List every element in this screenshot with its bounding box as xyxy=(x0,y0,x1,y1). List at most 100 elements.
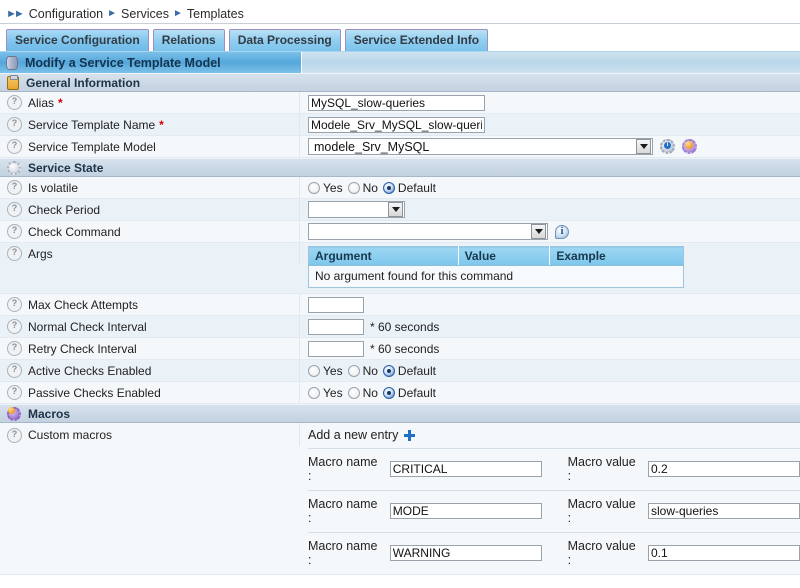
help-icon[interactable]: ? xyxy=(7,385,22,400)
macro-value-label: Macro value : xyxy=(568,455,642,483)
plus-icon[interactable] xyxy=(404,430,415,441)
tab-data-processing[interactable]: Data Processing xyxy=(229,29,341,51)
row-active-checks-enabled: ? Active Checks Enabled Yes No Default xyxy=(0,360,800,382)
row-service-template-name: ? Service Template Name * xyxy=(0,114,800,136)
section-header-general-information: General Information xyxy=(0,73,800,92)
chevron-right-icon: ► xyxy=(107,8,117,19)
macro-entry-row: Macro name : Macro value : xyxy=(308,448,800,490)
help-icon[interactable]: ? xyxy=(7,297,22,312)
tab-service-configuration[interactable]: Service Configuration xyxy=(6,29,149,51)
panel-title-bar: Modify a Service Template Model xyxy=(0,51,800,73)
macro-name-label: Macro name : xyxy=(308,455,384,483)
help-icon[interactable]: ? xyxy=(7,117,22,132)
macro-entry-row: Macro name : Macro value : xyxy=(308,490,800,532)
template-info-gear-icon[interactable] xyxy=(660,139,675,154)
tab-bar: Service Configuration Relations Data Pro… xyxy=(0,24,800,51)
template-settings-gear-icon[interactable] xyxy=(682,139,697,154)
breadcrumb-item-templates[interactable]: Templates xyxy=(187,7,244,21)
macro-name-input[interactable] xyxy=(390,545,542,561)
label-service-template-model: Service Template Model xyxy=(28,140,156,154)
radio-button-selected[interactable] xyxy=(383,182,395,194)
label-normal-check-interval: Normal Check Interval xyxy=(28,320,147,334)
args-column-argument: Argument xyxy=(309,247,459,266)
row-check-command: ? Check Command xyxy=(0,221,800,243)
row-check-period: ? Check Period xyxy=(0,199,800,221)
tab-service-extended-info[interactable]: Service Extended Info xyxy=(345,29,488,51)
label-passive-checks-enabled: Passive Checks Enabled xyxy=(28,386,161,400)
macro-value-input[interactable] xyxy=(648,461,800,477)
page-root: ►► Configuration ► Services ► Templates … xyxy=(0,0,800,588)
check-command-select[interactable] xyxy=(308,223,548,240)
normal-check-interval-input[interactable] xyxy=(308,319,364,335)
label-check-period: Check Period xyxy=(28,203,100,217)
label-check-command: Check Command xyxy=(28,225,121,239)
active-checks-radio-group: Yes No Default xyxy=(308,364,436,378)
row-max-check-attempts: ? Max Check Attempts xyxy=(0,294,800,316)
service-template-model-value: modele_Srv_MySQL xyxy=(314,140,429,154)
radio-label: Yes xyxy=(323,364,343,378)
help-icon[interactable]: ? xyxy=(7,224,22,239)
radio-label: Default xyxy=(398,364,436,378)
active-checks-default[interactable]: Default xyxy=(383,364,436,378)
help-icon[interactable]: ? xyxy=(7,319,22,334)
label-retry-check-interval: Retry Check Interval xyxy=(28,342,137,356)
help-icon[interactable]: ? xyxy=(7,428,22,443)
is-volatile-yes[interactable]: Yes xyxy=(308,181,343,195)
macro-value-input[interactable] xyxy=(648,545,800,561)
is-volatile-radio-group: Yes No Default xyxy=(308,181,436,195)
radio-button[interactable] xyxy=(348,182,360,194)
radio-button[interactable] xyxy=(348,387,360,399)
args-column-value: Value xyxy=(458,247,550,266)
active-checks-yes[interactable]: Yes xyxy=(308,364,343,378)
args-table-header-row: Argument Value Example xyxy=(309,247,684,266)
radio-button[interactable] xyxy=(348,365,360,377)
retry-check-interval-input[interactable] xyxy=(308,341,364,357)
service-template-model-select[interactable]: modele_Srv_MySQL xyxy=(308,138,653,155)
check-command-info-icon[interactable] xyxy=(555,224,570,240)
service-template-form: Modify a Service Template Model General … xyxy=(0,51,800,575)
section-title-general-information: General Information xyxy=(26,76,140,90)
radio-label: No xyxy=(363,386,378,400)
help-icon[interactable]: ? xyxy=(7,202,22,217)
max-check-attempts-input[interactable] xyxy=(308,297,364,313)
radio-button-selected[interactable] xyxy=(383,387,395,399)
label-service-template-name: Service Template Name xyxy=(28,118,155,132)
passive-checks-yes[interactable]: Yes xyxy=(308,386,343,400)
radio-button[interactable] xyxy=(308,365,320,377)
alias-input[interactable] xyxy=(308,95,485,111)
passive-checks-default[interactable]: Default xyxy=(383,386,436,400)
tab-relations[interactable]: Relations xyxy=(153,29,225,51)
section-header-service-state: Service State xyxy=(0,158,800,177)
chevron-down-icon xyxy=(388,202,403,217)
help-icon[interactable]: ? xyxy=(7,341,22,356)
row-normal-check-interval: ? Normal Check Interval * 60 seconds xyxy=(0,316,800,338)
add-new-entry-button[interactable]: Add a new entry xyxy=(308,428,800,448)
row-custom-macros: ? Custom macros Add a new entry Macro na… xyxy=(0,423,800,575)
help-icon[interactable]: ? xyxy=(7,246,22,261)
help-icon[interactable]: ? xyxy=(7,363,22,378)
is-volatile-default[interactable]: Default xyxy=(383,181,436,195)
active-checks-no[interactable]: No xyxy=(348,364,378,378)
radio-button[interactable] xyxy=(308,387,320,399)
section-header-macros: Macros xyxy=(0,404,800,423)
macro-name-input[interactable] xyxy=(390,503,542,519)
retry-check-interval-suffix: * 60 seconds xyxy=(370,342,439,356)
macro-value-input[interactable] xyxy=(648,503,800,519)
breadcrumb-item-configuration[interactable]: Configuration xyxy=(29,7,103,21)
radio-button-selected[interactable] xyxy=(383,365,395,377)
breadcrumb-item-services[interactable]: Services xyxy=(121,7,169,21)
macro-name-input[interactable] xyxy=(390,461,542,477)
help-icon[interactable]: ? xyxy=(7,139,22,154)
label-max-check-attempts: Max Check Attempts xyxy=(28,298,138,312)
chevron-down-icon xyxy=(636,139,651,154)
help-icon[interactable]: ? xyxy=(7,95,22,110)
passive-checks-no[interactable]: No xyxy=(348,386,378,400)
panel-title-bar-right xyxy=(301,52,800,73)
is-volatile-no[interactable]: No xyxy=(348,181,378,195)
check-period-select[interactable] xyxy=(308,201,405,218)
radio-button[interactable] xyxy=(308,182,320,194)
help-icon[interactable]: ? xyxy=(7,180,22,195)
service-template-name-input[interactable] xyxy=(308,117,485,133)
row-service-template-model: ? Service Template Model modele_Srv_MySQ… xyxy=(0,136,800,158)
macro-name-label: Macro name : xyxy=(308,539,384,567)
